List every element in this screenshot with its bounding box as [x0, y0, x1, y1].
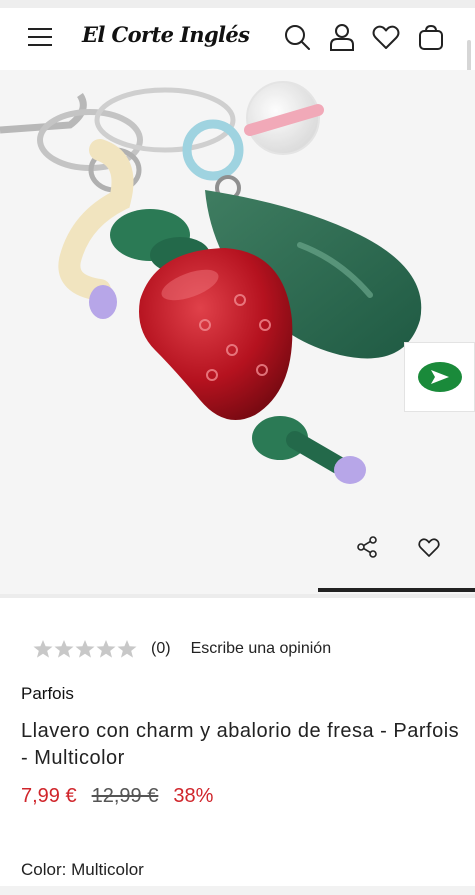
product-title: Llavero con charm y abalorio de fresa - …	[21, 720, 460, 769]
write-review-link[interactable]: Escribe una opinión	[191, 640, 332, 658]
rating-count: (0)	[151, 640, 171, 657]
divider	[0, 594, 475, 598]
color-value: Multicolor	[71, 860, 144, 879]
share-button[interactable]	[346, 526, 388, 568]
green-arrow-icon	[418, 362, 462, 392]
share-icon	[357, 536, 377, 558]
product-image-gallery[interactable]	[0, 70, 475, 594]
shopping-bag-icon[interactable]	[416, 22, 446, 52]
color-selector-label: Color: Multicolor	[21, 860, 144, 880]
product-brand[interactable]: Parfois	[21, 684, 74, 704]
discount-badge: 38%	[173, 785, 214, 807]
color-prefix: Color:	[21, 860, 67, 879]
heart-icon	[418, 538, 440, 557]
favorite-button[interactable]	[408, 526, 450, 568]
product-rating: (0) Escribe una opinión	[33, 638, 331, 660]
star-icon	[96, 640, 116, 658]
user-icon[interactable]	[327, 22, 357, 52]
original-price: 12,99 €	[91, 785, 159, 807]
bottom-edge	[0, 886, 475, 895]
star-icon	[75, 640, 95, 658]
current-price: 7,99 €	[21, 785, 77, 807]
status-strip	[0, 0, 475, 8]
site-logo[interactable]: El Corte Inglés	[82, 22, 250, 47]
green-arrow-badge[interactable]	[404, 342, 475, 412]
star-icon	[117, 640, 137, 658]
gallery-progress-indicator	[318, 588, 475, 592]
hamburger-menu-icon[interactable]	[28, 26, 52, 48]
product-image	[0, 70, 475, 594]
rating-stars[interactable]	[33, 639, 137, 659]
site-header: El Corte Inglés	[0, 8, 475, 70]
price-block: 7,99 € 12,99 € 38%	[21, 785, 213, 808]
star-icon	[33, 640, 53, 658]
search-icon[interactable]	[282, 22, 312, 52]
heart-icon[interactable]	[371, 22, 401, 52]
star-icon	[54, 640, 74, 658]
